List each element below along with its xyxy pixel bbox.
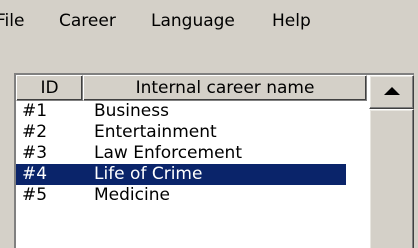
list-row[interactable]: #3 Law Enforcement <box>16 143 346 164</box>
career-list-view[interactable]: ID Internal career name #1 Business #2 E… <box>14 73 414 248</box>
row-career-name: Life of Crime <box>94 164 203 184</box>
menu-career[interactable]: Career <box>59 10 116 32</box>
row-career-name: Medicine <box>94 185 170 205</box>
vertical-scrollbar[interactable] <box>369 75 414 248</box>
menu-language[interactable]: Language <box>151 10 235 32</box>
row-id: #1 <box>22 101 48 121</box>
row-career-name: Entertainment <box>94 122 217 142</box>
list-row[interactable]: #5 Medicine <box>16 185 346 206</box>
scroll-up-button[interactable] <box>369 75 414 109</box>
list-row[interactable]: #4 Life of Crime <box>16 164 346 185</box>
list-header: ID Internal career name <box>16 75 376 101</box>
column-header-career-name[interactable]: Internal career name <box>83 75 367 101</box>
menu-file[interactable]: File <box>0 10 24 32</box>
column-header-id[interactable]: ID <box>16 75 83 101</box>
row-id: #2 <box>22 122 48 142</box>
list-rows: #1 Business #2 Entertainment #3 Law Enfo… <box>16 101 368 206</box>
row-career-name: Law Enforcement <box>94 143 242 163</box>
row-id: #4 <box>22 164 48 184</box>
list-row[interactable]: #1 Business <box>16 101 346 122</box>
arrow-up-icon <box>384 87 400 95</box>
menu-help[interactable]: Help <box>272 10 311 32</box>
row-id: #3 <box>22 143 48 163</box>
list-row[interactable]: #2 Entertainment <box>16 122 346 143</box>
menu-bar: File Career Language Help <box>0 0 418 40</box>
row-id: #5 <box>22 185 48 205</box>
scroll-thumb[interactable] <box>369 109 414 248</box>
row-career-name: Business <box>94 101 169 121</box>
